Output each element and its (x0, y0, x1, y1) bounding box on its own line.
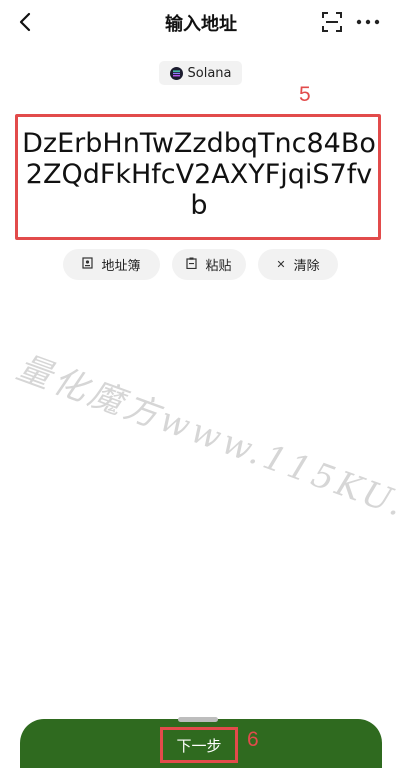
solana-icon (169, 66, 183, 80)
address-actions: 地址簿 粘贴 ✕ 清除 (0, 249, 402, 281)
step-annotation-6: 6 (247, 728, 259, 751)
address-input[interactable]: DzErbHnTwZzdbqTnc84Bo2ZQdFkHfcV2AXYFjqiS… (22, 128, 376, 221)
drag-handle (178, 717, 218, 722)
more-dots-icon (356, 19, 380, 25)
clear-label: 清除 (293, 259, 320, 274)
next-step-label: 下一步 (176, 736, 222, 755)
step-annotation-5: 5 (299, 83, 311, 106)
more-button[interactable] (356, 10, 380, 34)
address-book-button[interactable]: 地址簿 (63, 249, 160, 280)
address-book-label: 地址簿 (101, 259, 141, 274)
scan-button[interactable] (320, 10, 344, 34)
next-step-button[interactable]: 下一步 (160, 727, 238, 763)
paste-label: 粘贴 (205, 259, 232, 274)
clear-button[interactable]: ✕ 清除 (258, 249, 338, 280)
top-bar: 输入地址 (0, 0, 402, 44)
network-label: Solana (187, 65, 232, 81)
network-chip[interactable]: Solana (159, 61, 242, 85)
clipboard-icon (186, 257, 198, 272)
paste-button[interactable]: 粘贴 (172, 249, 246, 280)
scan-icon (322, 12, 342, 32)
close-icon: ✕ (276, 258, 286, 271)
address-book-icon (82, 257, 94, 272)
watermark: 量化魔方www.115KU.com (11, 347, 402, 555)
